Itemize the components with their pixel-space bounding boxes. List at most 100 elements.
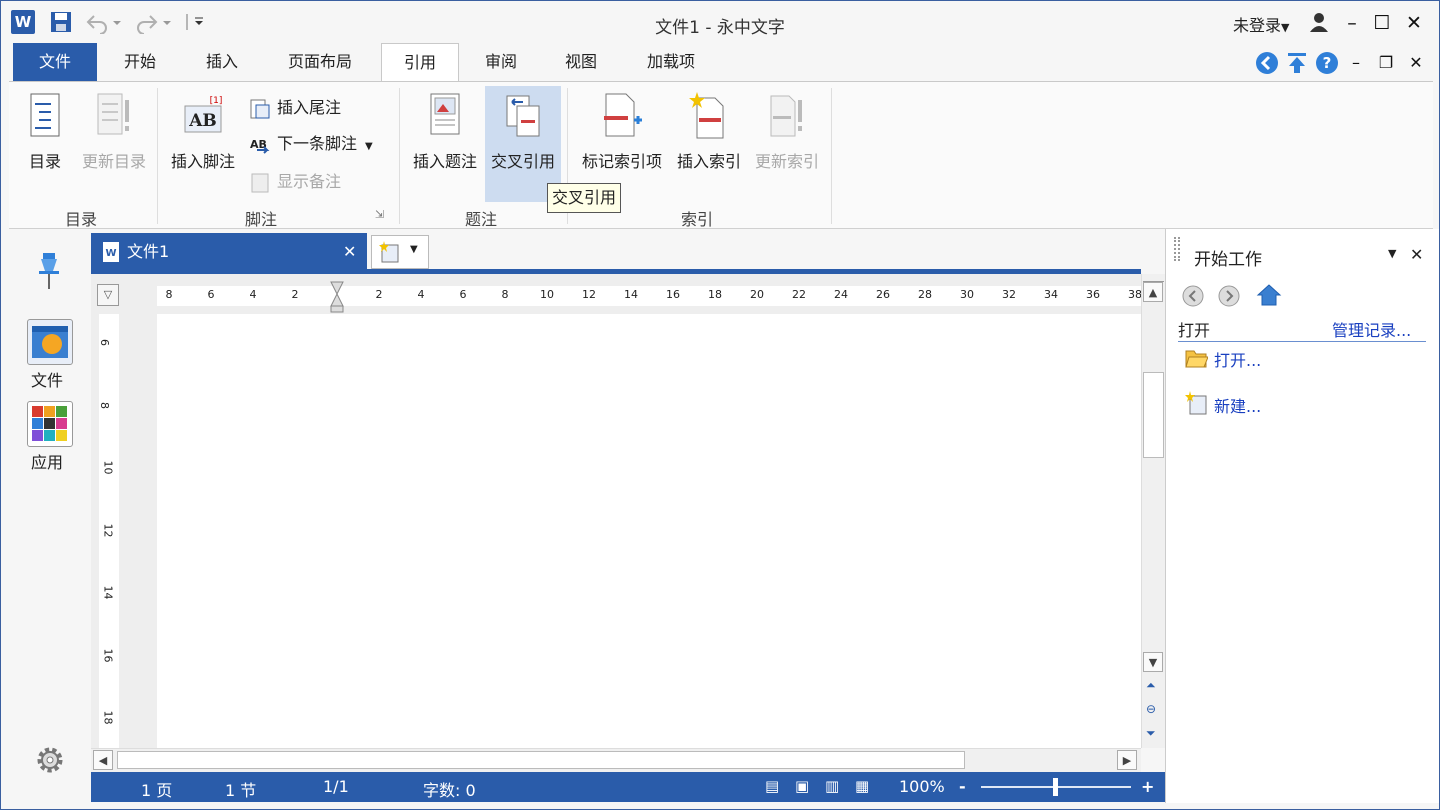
vertical-ruler-tick-label: 14 [101, 585, 115, 600]
zoom-level[interactable]: 100% [899, 777, 945, 796]
next-page-icon[interactable]: ⏷ [1146, 726, 1156, 741]
ribbon-close-button[interactable]: ✕ [1401, 49, 1431, 77]
insert-footnote-button[interactable]: AB [1] 插入脚注 [165, 92, 241, 172]
new-link[interactable]: 新建... [1214, 393, 1261, 417]
indent-marker-icon[interactable] [329, 280, 345, 314]
insert-index-button[interactable]: 插入索引 [671, 92, 747, 172]
tab-insert[interactable]: 插入 [187, 43, 257, 81]
open-folder-icon [1185, 350, 1208, 368]
ruler-tick-label: 14 [624, 288, 638, 301]
document-tab[interactable]: W 文件1 ✕ [91, 233, 367, 271]
prev-page-icon[interactable]: ⏶ [1146, 678, 1156, 693]
web-view-icon[interactable]: ▣ [795, 777, 809, 795]
vertical-ruler-tick-label: 16 [101, 648, 115, 662]
close-button[interactable]: ✕ [1399, 9, 1429, 37]
ruler-tick-label: 8 [165, 288, 173, 301]
vertical-ruler-tick-label: 12 [101, 523, 115, 537]
footnote-dialog-launcher-icon[interactable]: ⇲ [375, 208, 384, 221]
login-menu[interactable]: 未登录▼ [1233, 12, 1289, 36]
update-index-button[interactable]: 更新索引 [749, 92, 825, 172]
tab-home[interactable]: 开始 [105, 43, 175, 81]
file-app-icon [32, 326, 68, 358]
scroll-up-icon[interactable]: ▲ [1143, 282, 1163, 302]
update-toc-button[interactable]: 更新目录 [75, 92, 153, 172]
chevron-down-icon[interactable]: ▼ [1388, 247, 1396, 260]
file-app-button[interactable] [27, 319, 73, 365]
top-arrow-icon[interactable] [1285, 51, 1309, 75]
back-circle-icon[interactable] [1255, 51, 1279, 75]
next-footnote-button[interactable]: AB 下一条脚注 ▼ [249, 130, 373, 156]
show-notes-button[interactable]: 显示备注 [249, 168, 341, 194]
document-page[interactable] [157, 314, 1141, 748]
page-view-icon[interactable]: ▤ [765, 777, 779, 795]
zoom-in-button[interactable]: + [1141, 777, 1154, 796]
user-icon[interactable] [1307, 10, 1331, 34]
status-section[interactable]: 1 节 [225, 777, 256, 801]
ribbon-minimize-button[interactable]: – [1341, 49, 1371, 77]
document-icon: W [103, 242, 119, 262]
horizontal-scroll-thumb[interactable] [117, 751, 965, 769]
toc-button[interactable]: 目录 [19, 92, 71, 172]
caption-icon [430, 93, 460, 135]
tab-addins[interactable]: 加载项 [631, 43, 711, 81]
horizontal-ruler: ▽ 8 6 4 2 2 4 6 8 10 12 14 16 18 20 22 24 26 28 30 32 34 36 38 [91, 274, 1142, 314]
new-document-button[interactable]: ▼ [371, 235, 429, 269]
pane-grip[interactable] [1174, 237, 1180, 261]
scroll-left-icon[interactable]: ◀ [93, 750, 113, 770]
ruler-tick-label: 30 [960, 288, 974, 301]
login-label: 未登录 [1233, 16, 1282, 35]
zoom-slider-thumb[interactable] [1053, 778, 1058, 796]
window-title: 文件1 - 永中文字 [655, 18, 785, 38]
open-heading: 打开 [1178, 321, 1211, 340]
pin-icon[interactable] [35, 251, 63, 291]
ribbon-restore-button[interactable]: ❐ [1371, 49, 1401, 77]
status-position[interactable]: 1/1 [323, 777, 349, 796]
close-pane-icon[interactable]: ✕ [1410, 245, 1423, 264]
scroll-right-icon[interactable]: ▶ [1117, 750, 1137, 770]
chevron-down-icon[interactable]: ▼ [410, 244, 418, 255]
manage-records-link[interactable]: 管理记录... [1332, 317, 1411, 341]
close-tab-icon[interactable]: ✕ [343, 233, 356, 271]
maximize-button[interactable]: ☐ [1367, 9, 1397, 37]
tab-file[interactable]: 文件 [13, 43, 97, 81]
ruler-tick-label: 4 [417, 288, 425, 301]
gear-icon[interactable] [33, 743, 67, 777]
insert-caption-label: 插入题注 [412, 152, 477, 171]
vertical-ruler-tick-label: 8 [98, 401, 111, 409]
back-icon[interactable] [1182, 285, 1204, 307]
left-sidebar: 文件 应用 [1, 229, 91, 801]
outline-view-icon[interactable]: ▥ [825, 777, 839, 795]
insert-endnote-button[interactable]: 插入尾注 [249, 94, 341, 120]
scroll-down-icon[interactable]: ▼ [1143, 652, 1163, 672]
toc-icon [30, 93, 60, 137]
forward-icon[interactable] [1218, 285, 1240, 307]
help-icon[interactable]: ? [1315, 51, 1339, 75]
zoom-out-button[interactable]: - [959, 777, 966, 796]
home-icon[interactable] [1256, 283, 1282, 307]
chevron-down-icon[interactable]: ▼ [365, 141, 373, 152]
horizontal-scrollbar[interactable]: ◀ ▶ [91, 748, 1141, 772]
tab-page-layout[interactable]: 页面布局 [273, 43, 367, 81]
apps-button[interactable] [27, 401, 73, 447]
minimize-button[interactable]: – [1337, 9, 1367, 37]
reading-view-icon[interactable]: ▦ [855, 777, 869, 795]
mark-index-entry-button[interactable]: 标记索引项 [575, 92, 669, 172]
status-page[interactable]: 1 页 [141, 777, 172, 801]
toc-label: 目录 [28, 152, 61, 171]
ruler-tick-label: 24 [834, 288, 848, 301]
tab-references[interactable]: 引用 [381, 43, 459, 82]
vertical-scrollbar[interactable]: ▲ ▼ ⏶ ⊖ ⏷ [1141, 274, 1165, 748]
browse-object-icon[interactable]: ⊖ [1146, 702, 1156, 716]
open-link[interactable]: 打开... [1214, 347, 1261, 371]
svg-text:AB: AB [188, 111, 217, 131]
tab-view[interactable]: 视图 [547, 43, 615, 81]
ruler-tick-label: 4 [249, 288, 257, 301]
svg-text:[1]: [1] [210, 96, 223, 106]
status-word-count[interactable]: 字数: 0 [423, 777, 476, 801]
insert-caption-button[interactable]: 插入题注 [407, 92, 483, 172]
vertical-scroll-thumb[interactable] [1143, 372, 1164, 458]
ruler-tick-label: 8 [501, 288, 509, 301]
split-handle[interactable] [1143, 274, 1164, 282]
tab-review[interactable]: 审阅 [467, 43, 535, 81]
apps-grid-icon [32, 406, 67, 441]
